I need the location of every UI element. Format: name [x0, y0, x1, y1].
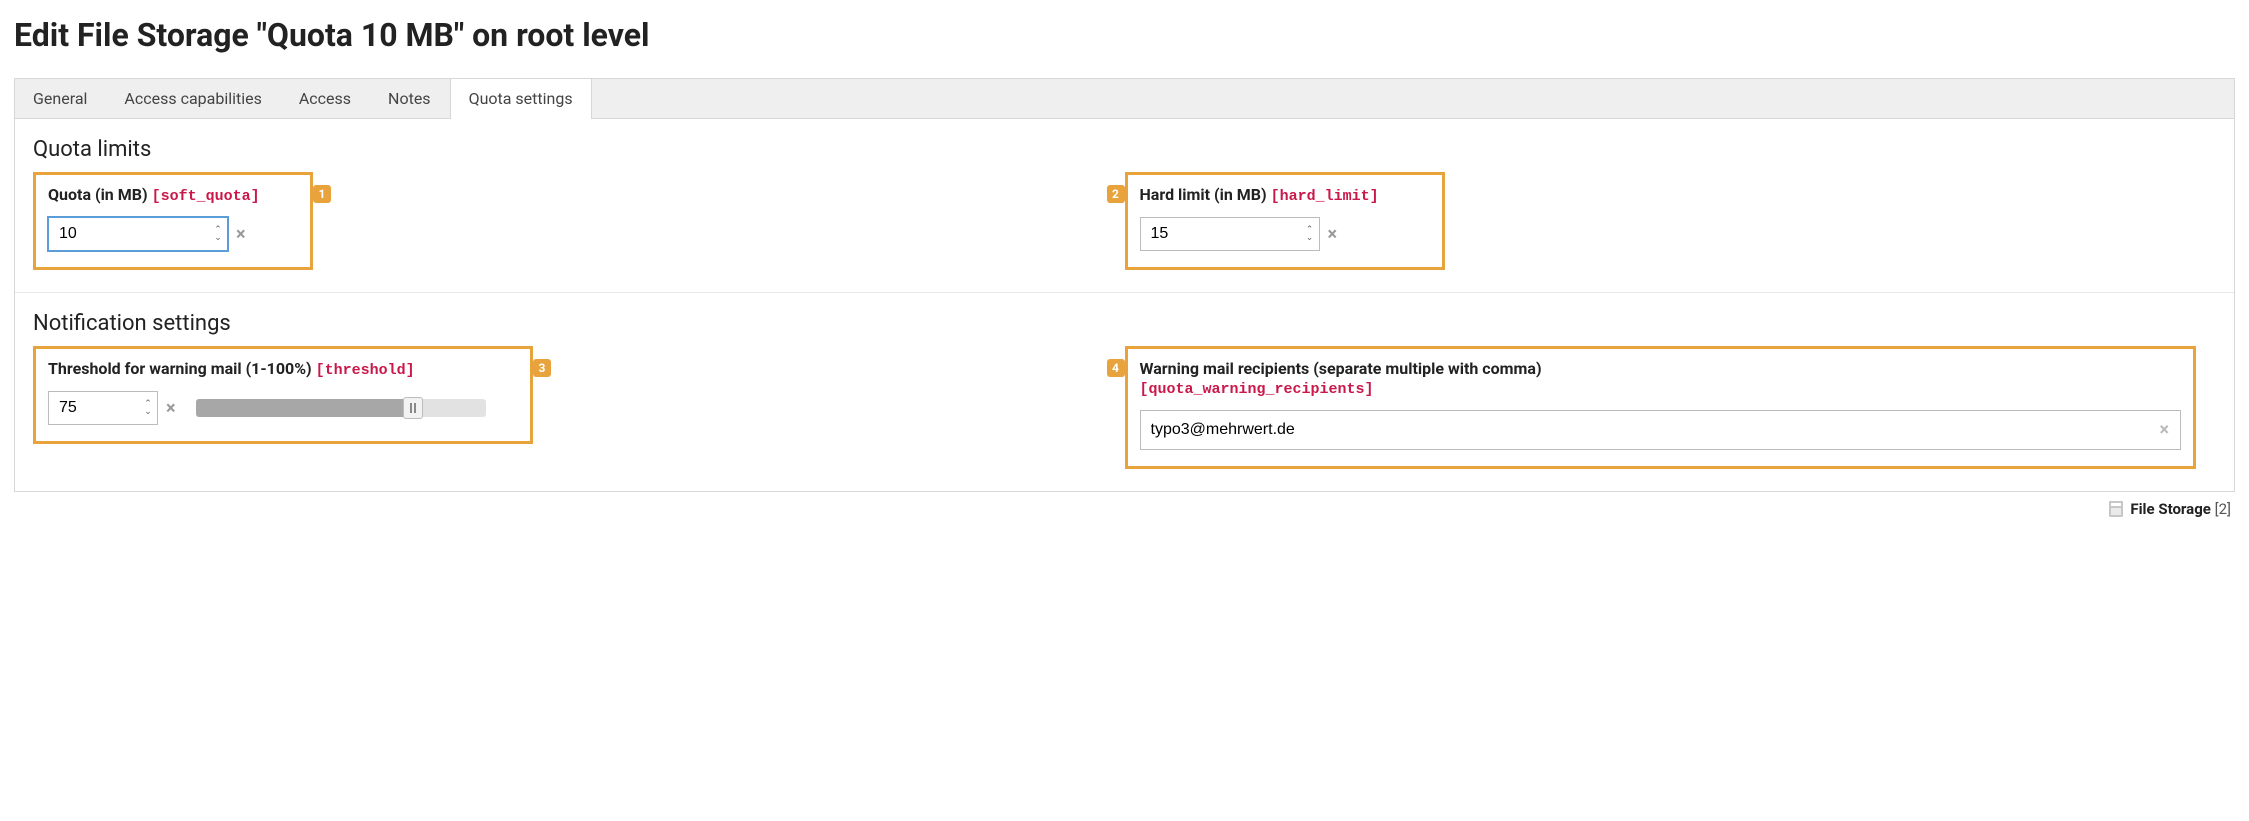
annotation-badge-4: 4 [1107, 359, 1125, 377]
footer: File Storage [2] [14, 492, 2235, 522]
chevron-down-icon[interactable]: ⌄ [214, 234, 222, 242]
tab-access[interactable]: Access [281, 79, 370, 118]
tech-threshold: [threshold] [316, 362, 415, 379]
slider-handle-icon[interactable] [403, 397, 423, 419]
slider-threshold[interactable] [196, 399, 486, 417]
chevron-down-icon[interactable]: ⌄ [1306, 234, 1314, 242]
annotation-badge-3: 3 [533, 359, 551, 377]
label-hard-limit: Hard limit (in MB) [1140, 185, 1267, 204]
field-soft-quota: 1 Quota (in MB) [soft_quota] ⌃ ⌄ [33, 172, 313, 270]
tabs: General Access capabilities Access Notes… [14, 78, 2235, 118]
field-recipients: 4 Warning mail recipients (separate mult… [1125, 346, 2197, 469]
tech-soft-quota: [soft_quota] [152, 188, 260, 205]
annotation-badge-2: 2 [1107, 185, 1125, 203]
section-title-quota-limits: Quota limits [33, 137, 2216, 162]
label-soft-quota: Quota (in MB) [48, 185, 148, 204]
tech-recipients: [quota_warning_recipients] [1140, 381, 1374, 398]
label-recipients: Warning mail recipients (separate multip… [1140, 359, 1542, 378]
label-threshold: Threshold for warning mail (1-100%) [48, 359, 312, 378]
page-title: Edit File Storage "Quota 10 MB" on root … [14, 16, 2235, 54]
stepper-threshold[interactable]: ⌃ ⌄ [139, 392, 157, 424]
tech-hard-limit: [hard_limit] [1271, 188, 1379, 205]
section-title-notification: Notification settings [33, 311, 2216, 336]
field-hard-limit: 2 Hard limit (in MB) [hard_limit] ⌃ ⌄ [1125, 172, 1445, 270]
footer-record-id: [2] [2215, 500, 2231, 518]
input-recipients[interactable] [1140, 410, 2182, 450]
clear-hard-limit-icon[interactable]: × [1328, 224, 1338, 245]
tab-panel: Quota limits 1 Quota (in MB) [soft_quota… [14, 118, 2235, 492]
annotation-badge-1: 1 [313, 185, 331, 203]
section-notification: Notification settings 3 Threshold for wa… [15, 292, 2234, 491]
tab-quota-settings[interactable]: Quota settings [450, 79, 592, 119]
footer-type-label: File Storage [2130, 500, 2211, 518]
tab-notes[interactable]: Notes [370, 79, 450, 118]
input-hard-limit[interactable] [1140, 217, 1320, 251]
input-soft-quota[interactable] [48, 217, 228, 251]
section-quota-limits: Quota limits 1 Quota (in MB) [soft_quota… [15, 119, 2234, 292]
clear-recipients-icon[interactable]: × [2159, 420, 2169, 441]
stepper-soft-quota[interactable]: ⌃ ⌄ [209, 218, 227, 250]
field-threshold: 3 Threshold for warning mail (1-100%) [t… [33, 346, 533, 444]
clear-soft-quota-icon[interactable]: × [236, 224, 246, 245]
clear-threshold-icon[interactable]: × [166, 398, 176, 419]
tab-access-capabilities[interactable]: Access capabilities [106, 79, 280, 118]
slider-fill [196, 399, 414, 417]
tab-general[interactable]: General [15, 79, 106, 118]
file-storage-icon [2109, 501, 2123, 517]
chevron-down-icon[interactable]: ⌄ [144, 408, 152, 416]
stepper-hard-limit[interactable]: ⌃ ⌄ [1301, 218, 1319, 250]
